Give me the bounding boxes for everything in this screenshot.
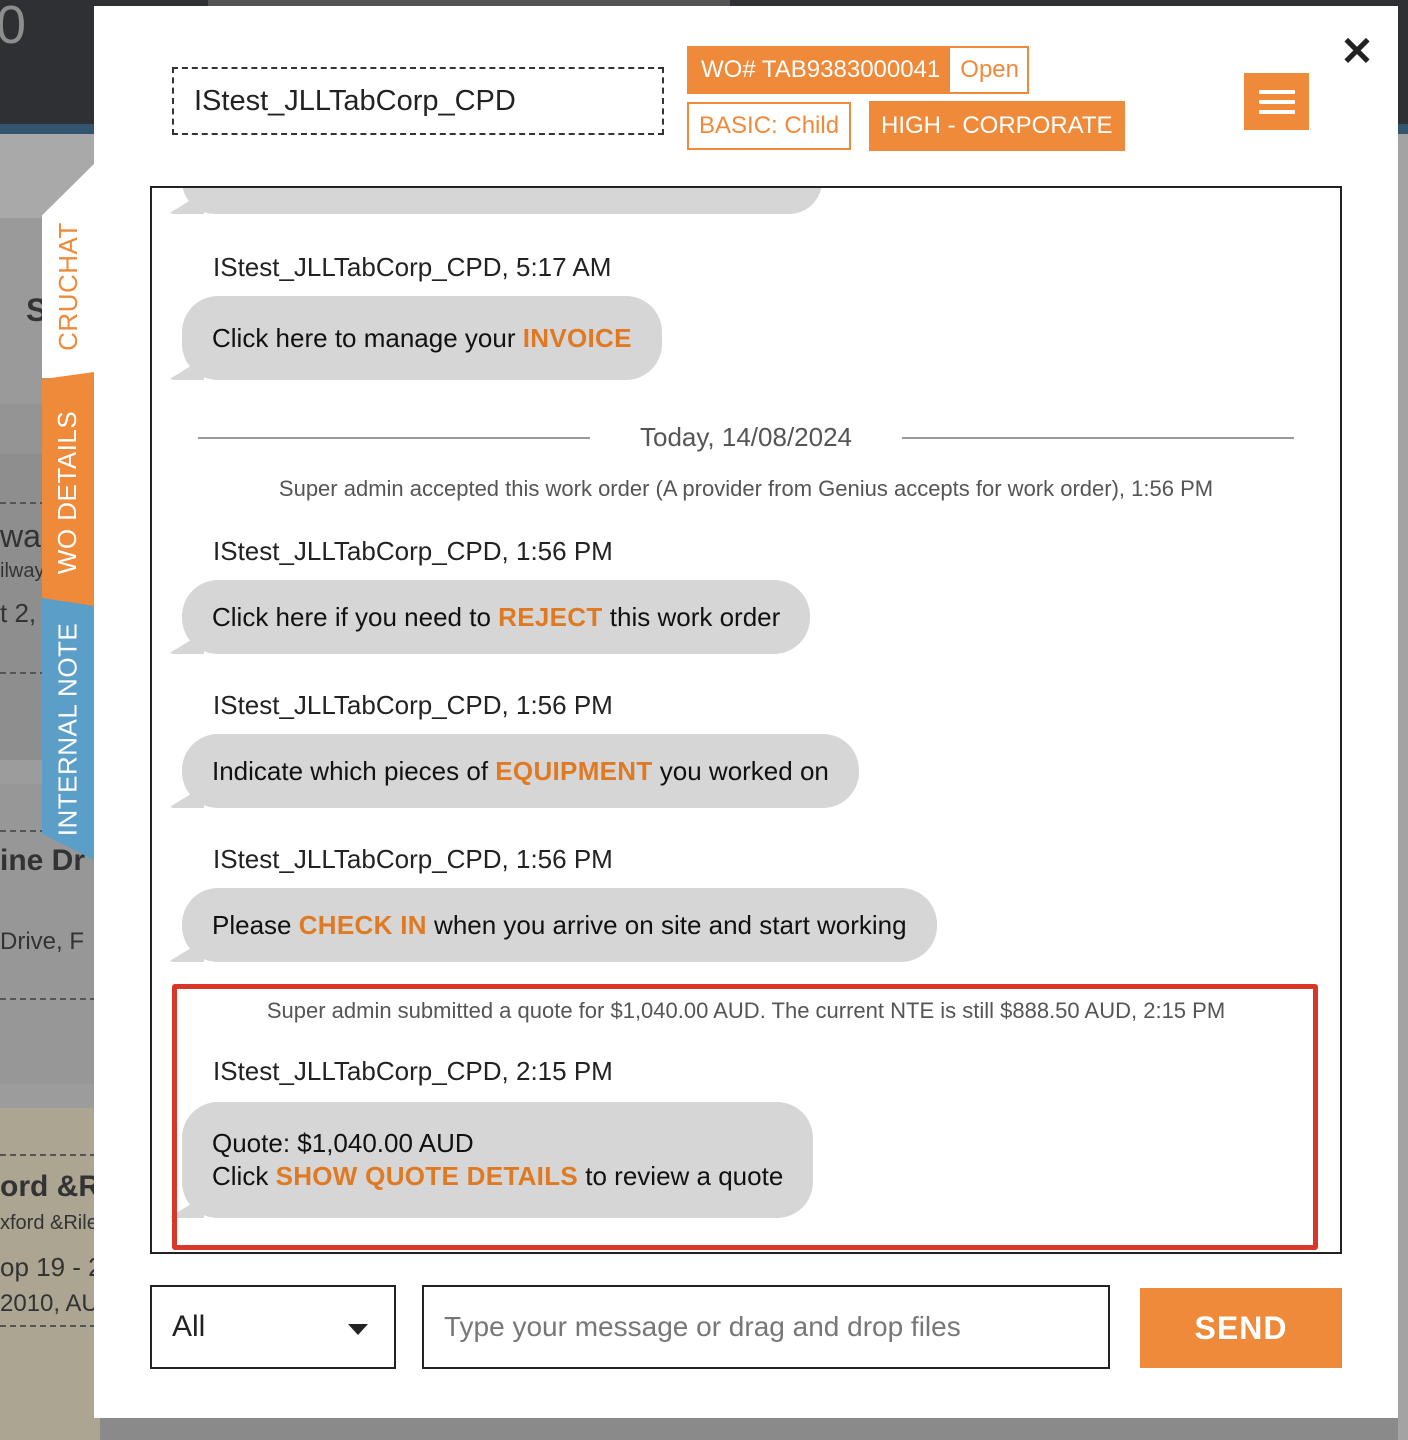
message-text: Click here if you need to (212, 601, 499, 632)
equipment-link[interactable]: EQUIPMENT (495, 756, 652, 787)
background-text: Drive, F (0, 928, 84, 955)
message-text: Indicate which pieces of (212, 755, 496, 786)
tab-internal-note[interactable]: INTERNAL NOTE (42, 598, 94, 860)
message-bubble[interactable]: Indicate which pieces of EQUIPMENT you w… (182, 734, 859, 808)
message-sender: IStest_JLLTabCorp_CPD, 1:56 PM (213, 690, 613, 720)
invoice-link[interactable]: INVOICE (523, 323, 632, 354)
message-text: Click here to manage your (212, 322, 523, 353)
tab-wo-details[interactable]: WO DETAILS (42, 372, 94, 612)
tab-cruchat-label: CRUCHAT (52, 221, 83, 351)
menu-button[interactable] (1244, 73, 1309, 130)
tab-wo-details-label: WO DETAILS (52, 410, 83, 574)
system-message: Super admin accepted this work order (A … (278, 476, 1214, 501)
message-input[interactable] (422, 1285, 1110, 1369)
message-bubble[interactable]: Click here to manage your INVOICE (182, 296, 662, 380)
chevron-down-icon (348, 1324, 368, 1335)
background-text: wa (0, 518, 41, 554)
wo-number: WO# TAB9383000041 (701, 56, 941, 83)
background-divider (0, 998, 96, 1000)
background-right-edge (1398, 134, 1408, 1440)
reject-link[interactable]: REJECT (498, 602, 602, 633)
message-sender: IStest_JLLTabCorp_CPD, 5:17 AM (213, 252, 612, 282)
message-sender: IStest_JLLTabCorp_CPD, 1:56 PM (213, 536, 613, 566)
send-button[interactable]: SEND (1140, 1288, 1342, 1368)
highlight-annotation (172, 984, 1318, 1250)
message-filter-select[interactable]: All (150, 1285, 396, 1369)
filter-value: All (172, 1310, 206, 1343)
close-icon: ✕ (1340, 30, 1374, 74)
background-text: t 2, (0, 598, 37, 628)
background-text: xford &Rile (0, 1212, 98, 1234)
close-button[interactable]: ✕ (1338, 30, 1376, 74)
modal-title: IStest_JLLTabCorp_CPD (172, 67, 664, 135)
message-bubble[interactable]: Click here if you need to REJECT this wo… (182, 580, 811, 654)
background-text: ilway (0, 560, 45, 582)
background-divider (0, 1154, 96, 1156)
message-text: you worked on (652, 755, 829, 786)
priority-badge: HIGH - CORPORATE (869, 101, 1125, 151)
background-digit: 0 (0, 0, 27, 55)
type-badge: BASIC: Child (687, 102, 852, 150)
message-sender: IStest_JLLTabCorp_CPD, 1:56 PM (213, 844, 613, 874)
separator-line (902, 436, 1294, 439)
tab-internal-note-label: INTERNAL NOTE (52, 622, 83, 836)
message-text: when you arrive on site and start workin… (426, 909, 907, 940)
date-label: Today, 14/08/2024 (639, 422, 853, 452)
separator-line (198, 436, 590, 439)
background-text: ord &R (0, 1170, 100, 1203)
message-bubble (182, 188, 822, 214)
background-text: 2010, AU (0, 1290, 99, 1317)
hamburger-icon (1258, 89, 1295, 94)
background-text: op 19 - 2 (0, 1252, 103, 1282)
background-divider (0, 1325, 96, 1327)
wo-number-badge: WO# TAB9383000041 Open (687, 46, 1029, 94)
message-text: this work order (602, 601, 781, 632)
message-bubble[interactable]: Please CHECK IN when you arrive on site … (182, 888, 937, 962)
message-text: Please (212, 909, 299, 940)
hamburger-icon (1258, 109, 1295, 114)
hamburger-icon (1258, 99, 1295, 104)
check-in-link[interactable]: CHECK IN (299, 910, 427, 941)
date-separator: Today, 14/08/2024 (198, 422, 1294, 453)
wo-status: Open (950, 48, 1027, 92)
background-text: ine Dr (0, 844, 86, 877)
